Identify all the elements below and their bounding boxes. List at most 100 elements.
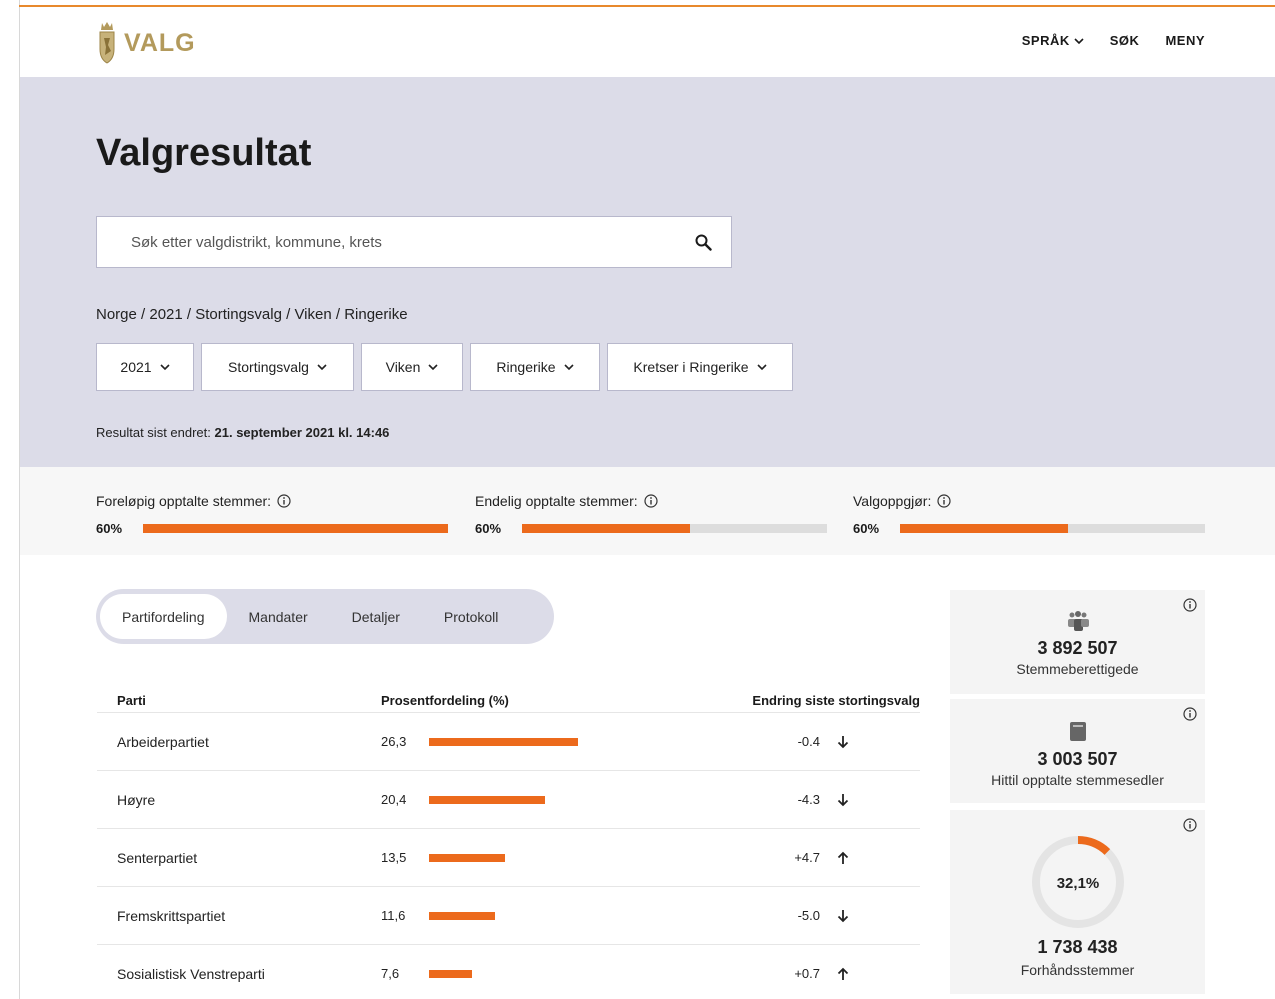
table-row[interactable]: Sosialistisk Venstreparti 7,6 +0.7 <box>97 945 920 999</box>
change-cell: -0.4 <box>691 734 920 749</box>
advance-label: Forhåndsstemmer <box>1020 962 1135 978</box>
tab-partifordeling[interactable]: Partifordeling <box>100 594 227 639</box>
arrow-down-icon <box>837 735 849 748</box>
table-row[interactable]: Høyre 20,4 -4.3 <box>97 771 920 829</box>
table-row[interactable]: Fremskrittspartiet 11,6 -5.0 <box>97 887 920 945</box>
header-percent: Prosentfordeling (%) <box>381 692 509 708</box>
progress-track <box>143 524 448 533</box>
header-party: Parti <box>117 692 146 708</box>
progress-preliminary: Foreløpig opptalte stemmer: 60% <box>96 493 448 536</box>
info-icon[interactable] <box>1183 707 1197 721</box>
search-button[interactable] <box>675 217 731 267</box>
filter-election[interactable]: Stortingsvalg <box>201 343 354 391</box>
filter-label: Kretser i Ringerike <box>633 359 749 375</box>
filter-county[interactable]: Viken <box>361 343 463 391</box>
site-header: VALG SPRÅK SØK MENY <box>20 7 1275 77</box>
filter-year[interactable]: 2021 <box>96 343 194 391</box>
filter-municipality[interactable]: Ringerike <box>470 343 600 391</box>
advance-votes-donut: 32,1% <box>1031 836 1124 928</box>
percent-value: 20,4 <box>381 792 407 807</box>
change-cell: -5.0 <box>691 908 920 923</box>
tab-mandater[interactable]: Mandater <box>227 594 330 639</box>
card-eligible-voters: 3 892 507 Stemmeberettigede <box>950 590 1205 694</box>
change-cell: +4.7 <box>691 850 920 865</box>
last-updated: Resultat sist endret: 21. september 2021… <box>96 425 389 440</box>
arrow-down-icon <box>837 793 849 806</box>
progress-settlement: Valgoppgjør: 60% <box>853 493 1205 536</box>
arrow-up-icon <box>837 851 849 864</box>
chevron-down-icon <box>757 364 767 371</box>
change-value: -0.4 <box>797 734 820 749</box>
progress-label: Foreløpig opptalte stemmer: <box>96 493 272 509</box>
info-icon[interactable] <box>1183 598 1197 612</box>
search-box <box>96 216 732 268</box>
progress-label: Endelig opptalte stemmer: <box>475 493 638 509</box>
results-tabs: Partifordeling Mandater Detaljer Protoko… <box>96 589 554 644</box>
header-change-label: Endring siste stortingsvalg <box>752 692 920 708</box>
percent-cell: 7,6 <box>381 966 691 981</box>
info-icon[interactable] <box>644 494 658 508</box>
filter-district[interactable]: Kretser i Ringerike <box>607 343 793 391</box>
card-counted-ballots: 3 003 507 Hittil opptalte stemmesedler <box>950 699 1205 803</box>
chevron-down-icon <box>160 364 170 371</box>
search-link[interactable]: SØK <box>1110 33 1140 48</box>
percent-bar <box>429 969 472 978</box>
menu-button[interactable]: MENY <box>1165 33 1205 48</box>
filter-label: Ringerike <box>496 359 556 375</box>
language-menu[interactable]: SPRÅK <box>1022 33 1084 48</box>
change-value: +4.7 <box>794 850 820 865</box>
logo-text: VALG <box>124 28 196 57</box>
info-icon[interactable] <box>277 494 291 508</box>
tab-protokoll[interactable]: Protokoll <box>422 594 520 639</box>
last-updated-value: 21. september 2021 kl. 14:46 <box>214 425 390 440</box>
top-nav: SPRÅK SØK MENY <box>1022 33 1205 48</box>
party-name: Senterpartiet <box>117 849 198 866</box>
donut-percent: 32,1% <box>1056 875 1099 892</box>
search-input[interactable] <box>97 217 675 267</box>
progress-track <box>522 524 827 533</box>
logo[interactable]: VALG <box>96 21 196 65</box>
counted-label: Hittil opptalte stemmesedler <box>991 772 1164 788</box>
percent-cell: 20,4 <box>381 792 691 807</box>
progress-percent: 60% <box>475 521 502 536</box>
party-name: Høyre <box>117 791 156 808</box>
change-cell: +0.7 <box>691 966 920 981</box>
percent-cell: 13,5 <box>381 850 691 865</box>
progress-percent: 60% <box>96 521 123 536</box>
change-value: +0.7 <box>794 966 820 981</box>
breadcrumb: Norge / 2021 / Stortingsvalg / Viken / R… <box>96 306 408 323</box>
voters-icon <box>1067 611 1089 631</box>
table-body: Arbeiderpartiet 26,3 -0.4 Høyre 20,4 -4.3 Sent… <box>97 713 920 999</box>
header-change: Endring siste stortingsvalg <box>691 693 920 708</box>
arrow-down-icon <box>837 909 849 922</box>
counted-count: 3 003 507 <box>1037 749 1118 769</box>
filter-label: Viken <box>385 359 421 375</box>
percent-bar <box>429 795 545 804</box>
percent-cell: 11,6 <box>381 908 691 923</box>
percent-bar <box>429 737 578 746</box>
filter-label: 2021 <box>120 359 152 375</box>
last-updated-label: Resultat sist endret: <box>96 425 211 440</box>
change-cell: -4.3 <box>691 792 920 807</box>
chevron-down-icon <box>317 364 327 371</box>
tab-detaljer[interactable]: Detaljer <box>330 594 422 639</box>
change-value: -4.3 <box>797 792 820 807</box>
info-icon[interactable] <box>937 494 951 508</box>
hero-section: Valgresultat Norge / 2021 / Stortingsval… <box>20 77 1275 467</box>
advance-count: 1 738 438 <box>1037 937 1118 957</box>
info-icon[interactable] <box>1183 818 1197 832</box>
table-row[interactable]: Senterpartiet 13,5 +4.7 <box>97 829 920 887</box>
percent-value: 13,5 <box>381 850 407 865</box>
ballot-box-icon <box>1069 722 1086 741</box>
percent-value: 7,6 <box>381 966 400 981</box>
card-advance-votes: 32,1% 1 738 438 Forhåndsstemmer <box>950 810 1205 994</box>
chevron-down-icon <box>1074 37 1084 44</box>
party-name: Fremskrittspartiet <box>117 907 226 924</box>
percent-bar <box>429 853 505 862</box>
percent-value: 26,3 <box>381 734 407 749</box>
table-row[interactable]: Arbeiderpartiet 26,3 -0.4 <box>97 713 920 771</box>
eligible-label: Stemmeberettigede <box>1016 661 1139 677</box>
count-progress-strip: Foreløpig opptalte stemmer: 60% Endelig … <box>20 467 1275 555</box>
progress-fill <box>522 524 690 533</box>
language-label: SPRÅK <box>1021 33 1070 48</box>
